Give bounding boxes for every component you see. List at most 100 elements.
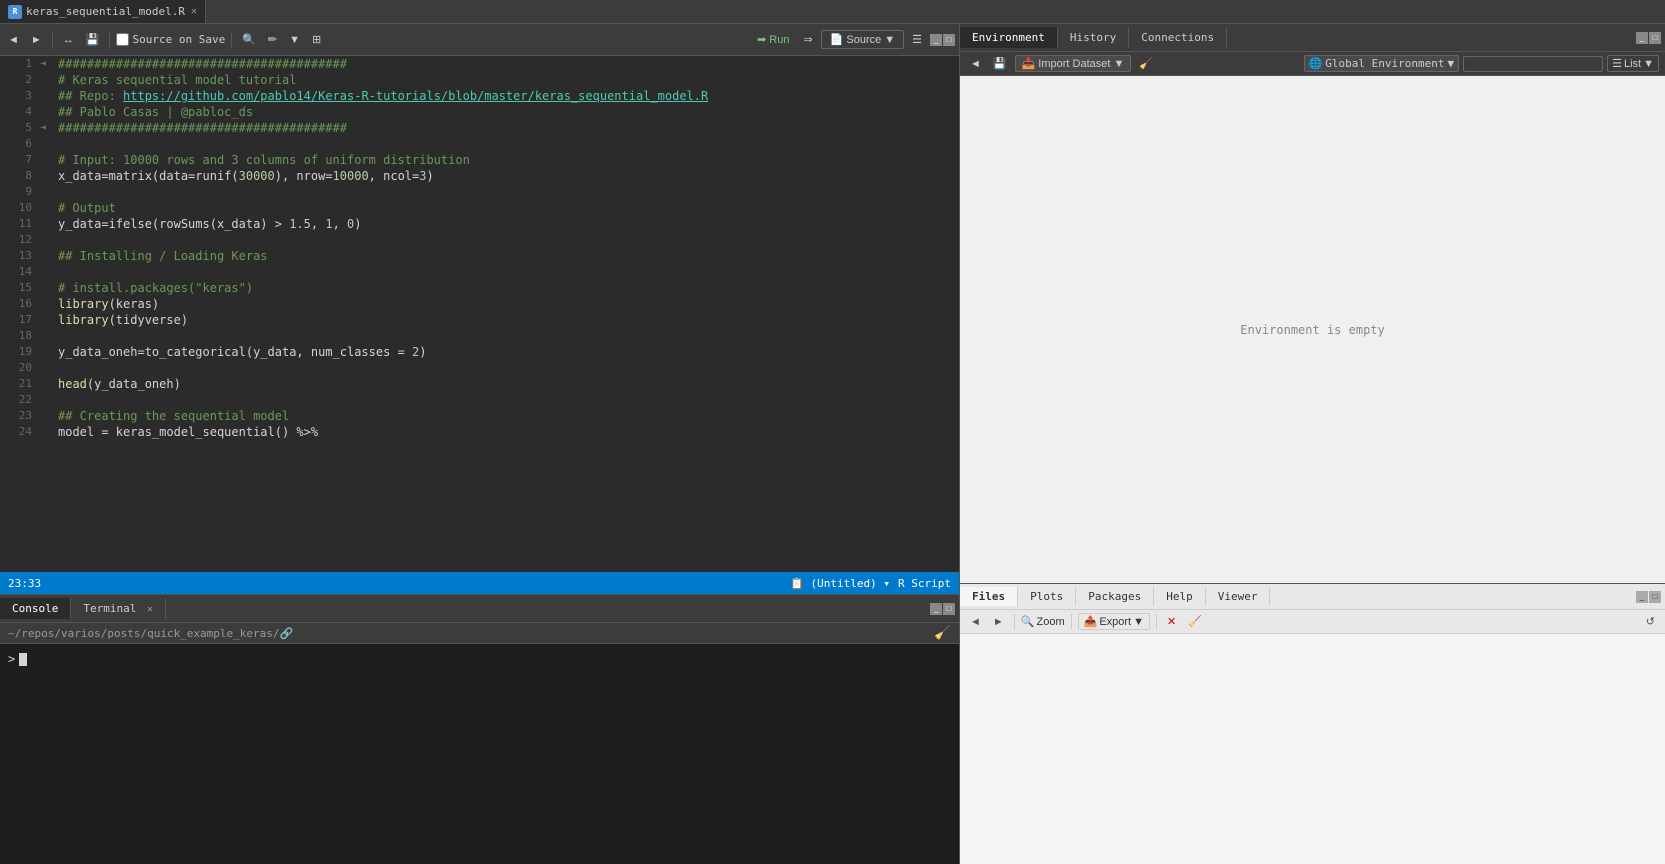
go-to-line-btn[interactable]: ↔ [59, 32, 78, 48]
plots-forward-btn[interactable]: ► [989, 614, 1008, 630]
maximize-env-btn[interactable]: □ [1649, 32, 1661, 44]
console-tabs: Console Terminal ✕ _ □ [0, 595, 959, 623]
env-dropdown-arrow: ▼ [1447, 57, 1454, 70]
source-on-save-label[interactable]: Source on Save [116, 33, 225, 46]
maximize-files-btn[interactable]: □ [1649, 591, 1661, 603]
maximize-editor-btn[interactable]: □ [943, 34, 955, 46]
tab-viewer[interactable]: Viewer [1206, 587, 1271, 606]
save-btn[interactable]: 💾 [82, 31, 104, 48]
code-line-4: 4 ## Pablo Casas | @pabloc_ds [0, 104, 959, 120]
env-save-btn[interactable]: 💾 [989, 55, 1011, 72]
code-line-2: 2 # Keras sequential model tutorial [0, 72, 959, 88]
code-line-21: 21 head(y_data_oneh) [0, 376, 959, 392]
env-toolbar-right: 🌐 Global Environment ▼ ☰ List ▼ [1304, 55, 1659, 72]
env-panel-tabs: Environment History Connections _ □ [960, 24, 1665, 52]
code-line-12: 12 [0, 232, 959, 248]
tab-files[interactable]: Files [960, 587, 1018, 606]
global-env-dropdown[interactable]: 🌐 Global Environment ▼ [1304, 55, 1460, 72]
tab-filename: keras_sequential_model.R [26, 5, 185, 18]
files-panel-toolbar: ◄ ► 🔍 Zoom 📤 Export ▼ ✕ 🧹 [960, 610, 1665, 634]
files-right-spacer: ↺ [1642, 613, 1659, 630]
minimize-files-btn[interactable]: _ [1636, 591, 1648, 603]
format-btn[interactable]: ▼ [285, 32, 304, 48]
maximize-console-btn[interactable]: □ [943, 603, 955, 615]
delete-plot-btn[interactable]: ✕ [1163, 613, 1180, 630]
console-prompt-line: > [8, 652, 951, 666]
code-line-17: 17 library(tidyverse) [0, 312, 959, 328]
run-btn[interactable]: ➡ Run [751, 31, 795, 48]
code-line-23: 23 ## Creating the sequential model [0, 408, 959, 424]
tab-close-btn[interactable]: ✕ [191, 6, 197, 17]
minimize-env-btn[interactable]: _ [1636, 32, 1648, 44]
console-path-bar: ~/repos/varios/posts/quick_example_keras… [0, 623, 959, 644]
search-btn[interactable]: 🔍 [238, 31, 260, 48]
editor-status-bar: 23:33 📋 (Untitled) ▾ R Script [0, 572, 959, 594]
files-sep3 [1156, 614, 1157, 630]
list-dropdown-icon: ▼ [1643, 58, 1654, 70]
forward-btn[interactable]: ► [27, 32, 46, 48]
export-btn[interactable]: 📤 Export ▼ [1078, 613, 1150, 630]
view-btn[interactable]: ⊞ [308, 31, 325, 48]
options-btn[interactable]: ☰ [908, 31, 926, 48]
zoom-btn[interactable]: 🔍 Zoom [1021, 615, 1065, 628]
tab-help[interactable]: Help [1154, 587, 1206, 606]
editor-toolbar: ◄ ► ↔ 💾 Source on Save 🔍 ✏ ▼ ⊞ ➡ Run [0, 24, 959, 56]
source-btn[interactable]: 📄 Source ▼ [821, 30, 904, 49]
right-pane: Environment History Connections _ □ ◄ [960, 24, 1665, 864]
tab-plots[interactable]: Plots [1018, 587, 1076, 606]
plots-back-btn[interactable]: ◄ [966, 614, 985, 630]
editor-win-controls: _ □ [930, 34, 955, 46]
list-view-btn[interactable]: ☰ List ▼ [1607, 55, 1659, 72]
edit-btn[interactable]: ✏ [264, 31, 281, 48]
tab-environment[interactable]: Environment [960, 27, 1058, 48]
source-on-save-checkbox[interactable] [116, 33, 129, 46]
sep1 [52, 31, 53, 49]
env-history-back-btn[interactable]: ◄ [966, 56, 985, 72]
code-line-9: 9 [0, 184, 959, 200]
files-sep2 [1071, 614, 1072, 630]
code-line-18: 18 [0, 328, 959, 344]
env-clear-btn[interactable]: 🧹 [1135, 55, 1157, 72]
tab-console[interactable]: Console [0, 598, 71, 619]
file-icon-small: 📋 [790, 577, 804, 590]
back-btn[interactable]: ◄ [4, 32, 23, 48]
editor-tab[interactable]: R keras_sequential_model.R ✕ [0, 0, 206, 23]
tab-packages[interactable]: Packages [1076, 587, 1154, 606]
run-all-btn[interactable]: ⇒ [799, 31, 816, 48]
globe-icon: 🌐 [1309, 57, 1323, 70]
import-icon: 📥 [1022, 57, 1036, 70]
list-icon: ☰ [1612, 57, 1622, 70]
console-content[interactable]: > [0, 644, 959, 864]
console-pane: Console Terminal ✕ _ □ ~/repos/varios/po… [0, 594, 959, 864]
env-search-input[interactable] [1463, 56, 1603, 72]
clear-console-btn[interactable]: 🧹 [934, 625, 951, 641]
terminal-tab-close[interactable]: ✕ [147, 604, 153, 615]
code-line-22: 22 [0, 392, 959, 408]
console-path-icon: 🔗 [280, 627, 294, 640]
code-line-13: 13 ## Installing / Loading Keras [0, 248, 959, 264]
env-empty-message: Environment is empty [960, 76, 1665, 583]
plot-area [960, 634, 1665, 864]
r-file-icon: R [8, 5, 22, 19]
env-toolbar: ◄ 💾 📥 Import Dataset ▼ 🧹 🌐 Global Enviro… [960, 52, 1665, 76]
file-type-label: R Script [898, 577, 951, 590]
import-dataset-btn[interactable]: 📥 Import Dataset ▼ [1015, 55, 1132, 72]
run-arrow-icon: ➡ [757, 33, 766, 46]
tab-terminal[interactable]: Terminal ✕ [71, 598, 166, 619]
code-line-14: 14 [0, 264, 959, 280]
code-editor[interactable]: 1 ◄ ####################################… [0, 56, 959, 572]
code-line-24: 24 model = keras_model_sequential() %>% [0, 424, 959, 440]
source-icon: 📄 [830, 33, 844, 46]
minimize-console-btn[interactable]: _ [930, 603, 942, 615]
untitled-label: 📋 (Untitled) ▾ [790, 577, 890, 590]
clear-plots-btn[interactable]: 🧹 [1184, 613, 1206, 630]
files-panel: Files Plots Packages Help Viewer [960, 584, 1665, 864]
console-win-controls: _ □ [930, 603, 959, 615]
refresh-btn[interactable]: ↺ [1642, 613, 1659, 630]
export-icon: 📤 [1084, 615, 1098, 628]
zoom-icon: 🔍 [1021, 615, 1035, 628]
import-dropdown-icon: ▼ [1113, 58, 1124, 70]
minimize-editor-btn[interactable]: _ [930, 34, 942, 46]
tab-history[interactable]: History [1058, 27, 1129, 48]
tab-connections[interactable]: Connections [1129, 27, 1227, 48]
